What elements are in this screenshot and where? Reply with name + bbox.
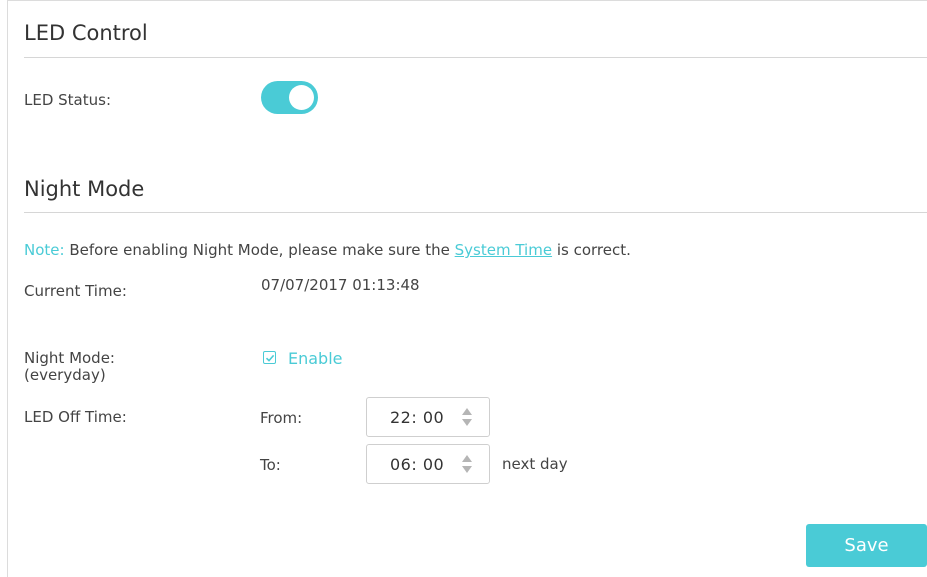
note-label: Note: (24, 241, 65, 259)
from-time-value: 22: 00 (390, 408, 445, 427)
spinner-arrows-icon[interactable] (460, 452, 474, 476)
from-label: From: (260, 409, 303, 427)
enable-checkbox[interactable] (263, 351, 276, 364)
to-time-input[interactable]: 06: 00 (366, 444, 490, 484)
save-button[interactable]: Save (806, 524, 927, 567)
night-mode-note: Note: Before enabling Night Mode, please… (24, 241, 631, 259)
from-time-input[interactable]: 22: 00 (366, 397, 490, 437)
current-time-label: Current Time: (24, 282, 127, 300)
to-time-value: 06: 00 (390, 455, 445, 474)
night-mode-label: Night Mode: (everyday) (24, 350, 115, 384)
current-time-value: 07/07/2017 01:13:48 (261, 276, 420, 294)
led-control-divider (24, 57, 927, 58)
to-label: To: (260, 456, 281, 474)
note-text-after: is correct. (556, 241, 631, 259)
night-mode-label-line1: Night Mode: (24, 349, 115, 367)
night-mode-label-line2: (everyday) (24, 366, 106, 384)
spinner-arrows-icon[interactable] (460, 405, 474, 429)
enable-label[interactable]: Enable (288, 349, 343, 368)
next-day-text: next day (502, 455, 568, 473)
toggle-knob (289, 85, 314, 110)
night-mode-title: Night Mode (24, 177, 145, 201)
system-time-link[interactable]: System Time (455, 241, 552, 259)
settings-panel (7, 0, 927, 577)
check-icon (265, 354, 274, 362)
led-off-time-label: LED Off Time: (24, 408, 127, 426)
led-status-toggle[interactable] (261, 81, 318, 114)
night-mode-divider (24, 212, 927, 213)
led-control-title: LED Control (24, 21, 148, 45)
note-text-before: Before enabling Night Mode, please make … (69, 241, 450, 259)
led-status-label: LED Status: (24, 91, 112, 109)
